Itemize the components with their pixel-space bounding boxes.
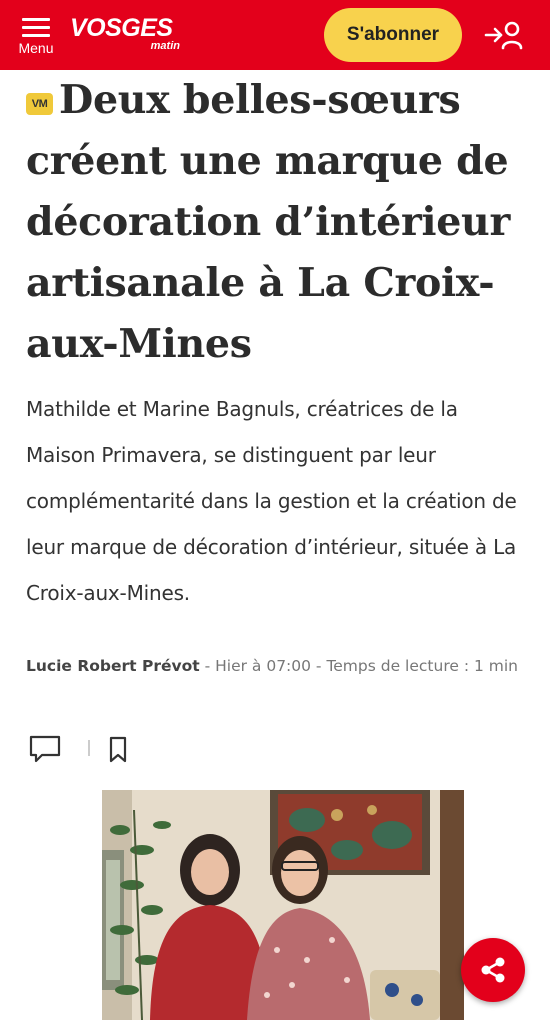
article-photo <box>102 790 464 1020</box>
article-meta: - Hier à 07:00 - Temps de lecture : 1 mi… <box>199 657 518 675</box>
share-icon <box>481 957 505 983</box>
author-name[interactable]: Lucie Robert Prévot <box>26 657 200 675</box>
menu-label: Menu <box>18 40 54 56</box>
article-title: VM Deux belles-sœurs créent une marque de… <box>26 70 526 375</box>
site-logo[interactable]: VOSGES matin <box>70 14 185 58</box>
vm-badge: VM <box>26 93 53 115</box>
byline: Lucie Robert Prévot - Hier à 07:00 - Tem… <box>26 652 531 680</box>
comment-icon[interactable] <box>28 734 62 764</box>
logo-sub-text: matin <box>150 40 180 52</box>
menu-button[interactable]: Menu <box>12 14 60 60</box>
logo-main-text: VOSGES <box>70 14 173 42</box>
article-title-text: Deux belles-sœurs créent une marque de d… <box>26 77 510 367</box>
login-user-icon[interactable] <box>483 18 525 52</box>
article-header: VM Deux belles-sœurs créent une marque de… <box>26 70 526 375</box>
divider <box>88 740 90 756</box>
subscribe-button[interactable]: S'abonner <box>324 8 462 62</box>
top-bar: Menu VOSGES matin S'abonner <box>0 0 550 70</box>
bookmark-icon[interactable] <box>108 736 128 764</box>
share-button[interactable] <box>461 938 525 1002</box>
article-lead: Mathilde et Marine Bagnuls, créatrices d… <box>26 397 517 605</box>
hamburger-icon <box>22 18 50 42</box>
